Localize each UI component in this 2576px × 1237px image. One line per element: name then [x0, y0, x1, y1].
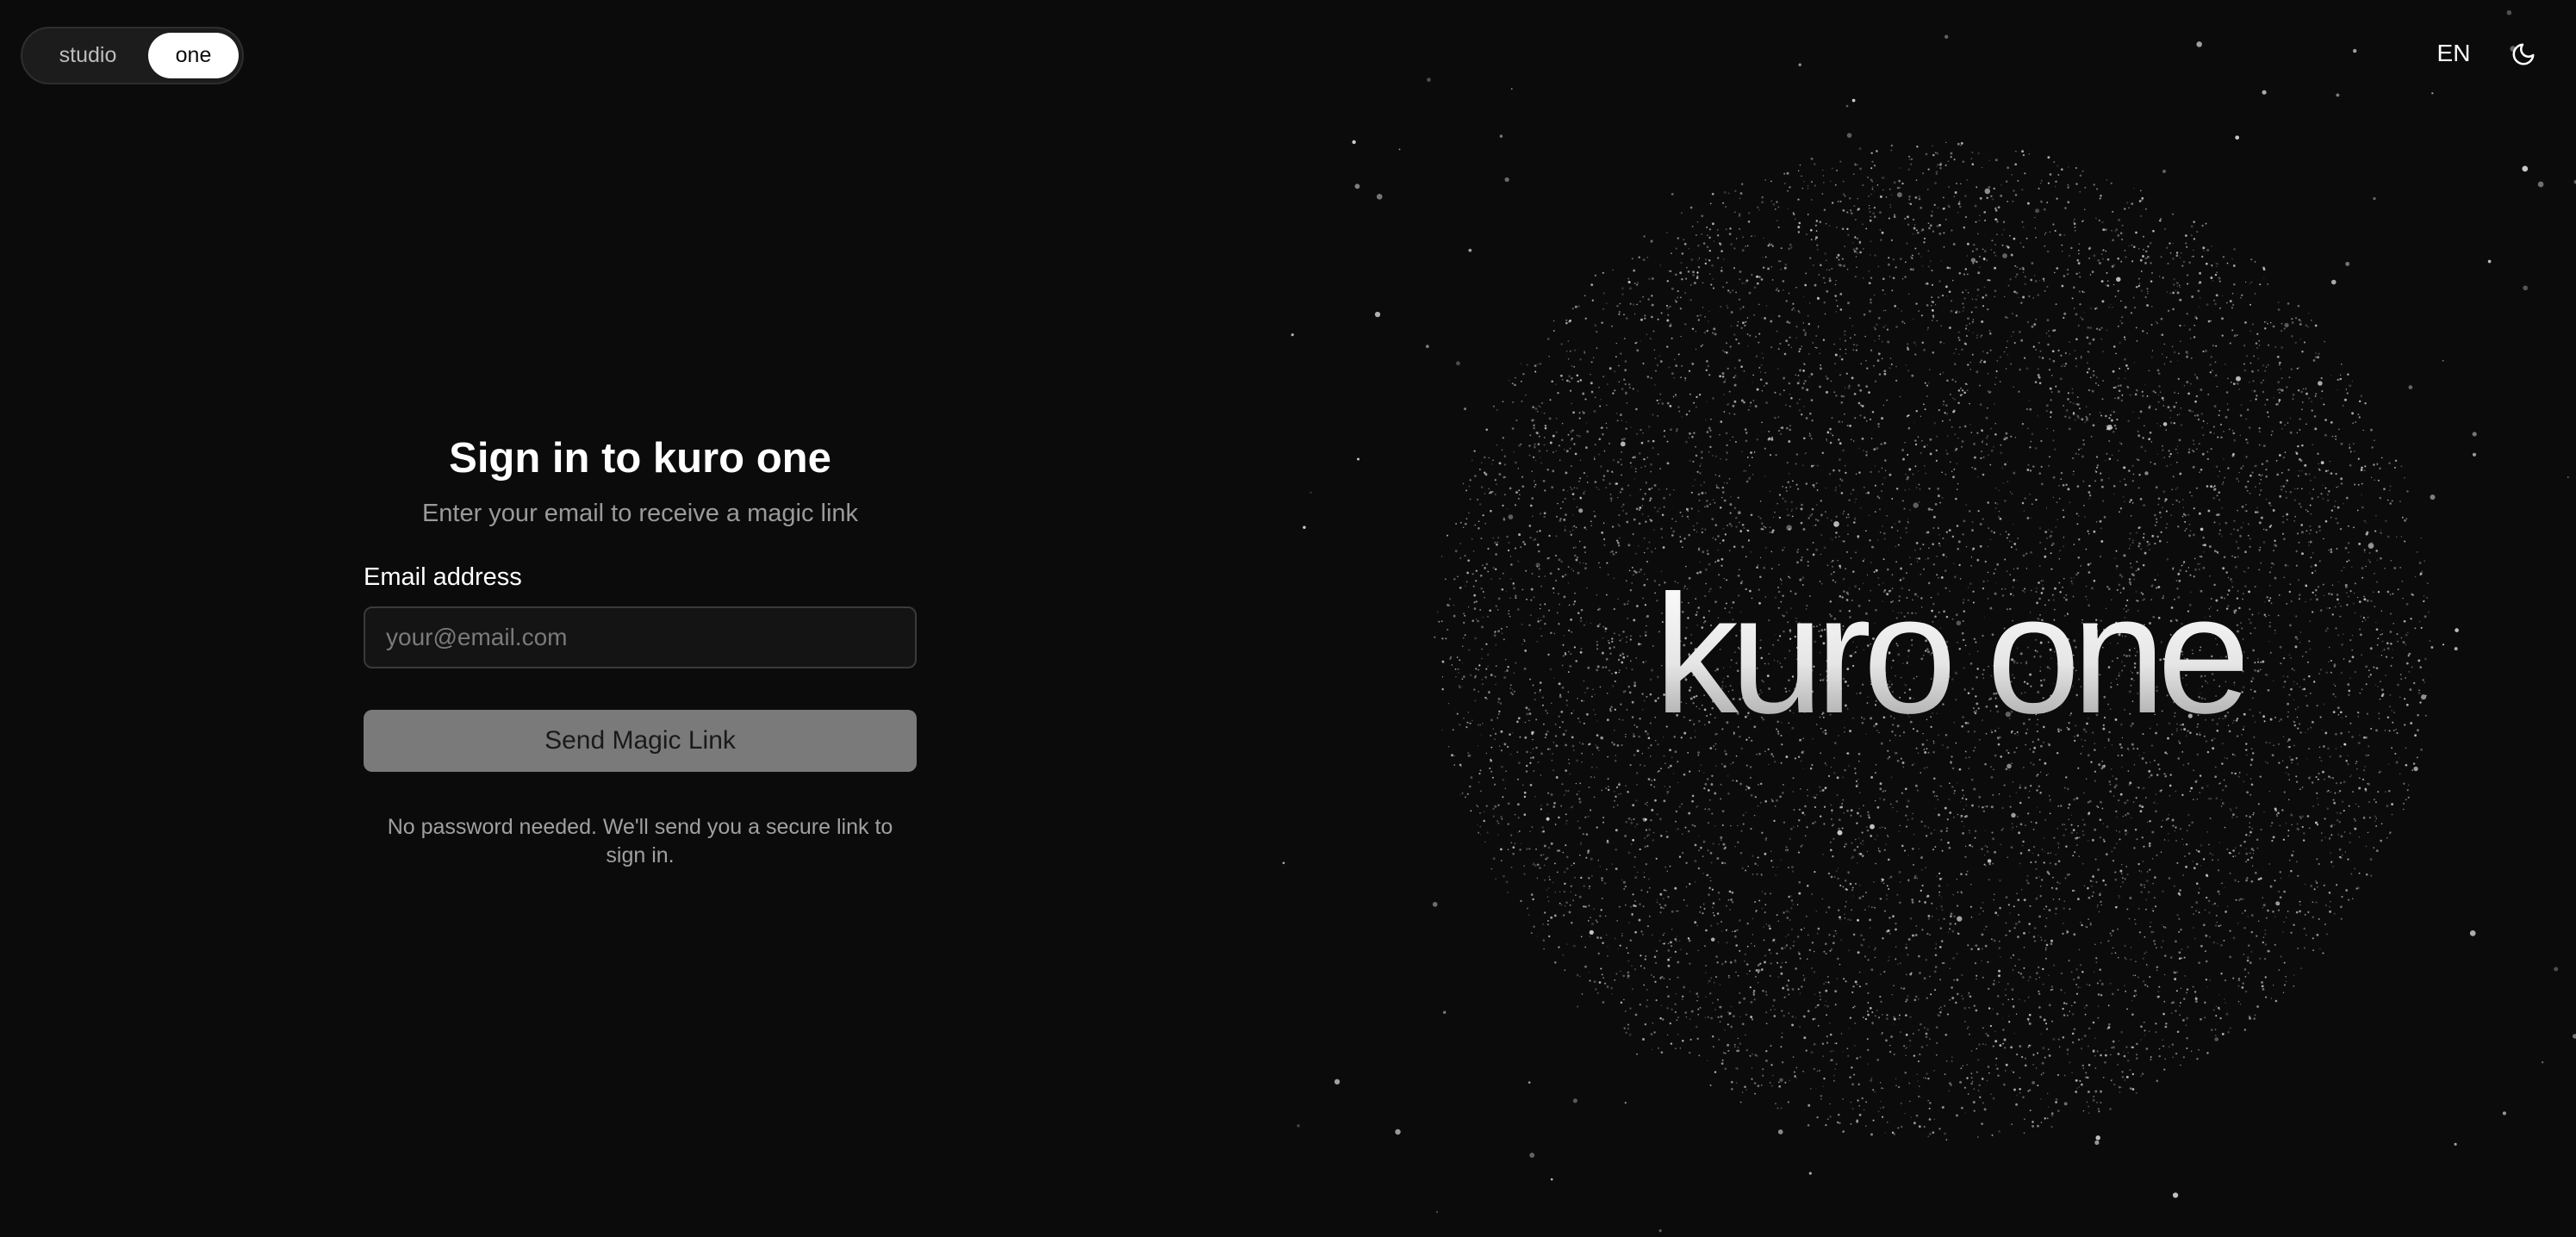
page-subtitle: Enter your email to receive a magic link [421, 500, 859, 527]
email-label: Email address [364, 563, 522, 591]
signin-form: Sign in to kuro one Enter your email to … [364, 429, 917, 870]
brand-wordmark: kuro one [1654, 560, 2251, 749]
switch-option-studio[interactable]: studio [28, 33, 148, 78]
send-magic-link-button[interactable]: Send Magic Link [364, 710, 917, 772]
product-switch: studio one [21, 27, 244, 84]
page-title: Sign in to kuro one [449, 435, 831, 482]
switch-option-one[interactable]: one [148, 33, 239, 78]
email-input[interactable] [364, 606, 917, 668]
signin-page: studio one EN Sign in to kuro one Enter … [0, 0, 2576, 1237]
helper-note: No password needed. We'll send you a sec… [387, 815, 893, 867]
